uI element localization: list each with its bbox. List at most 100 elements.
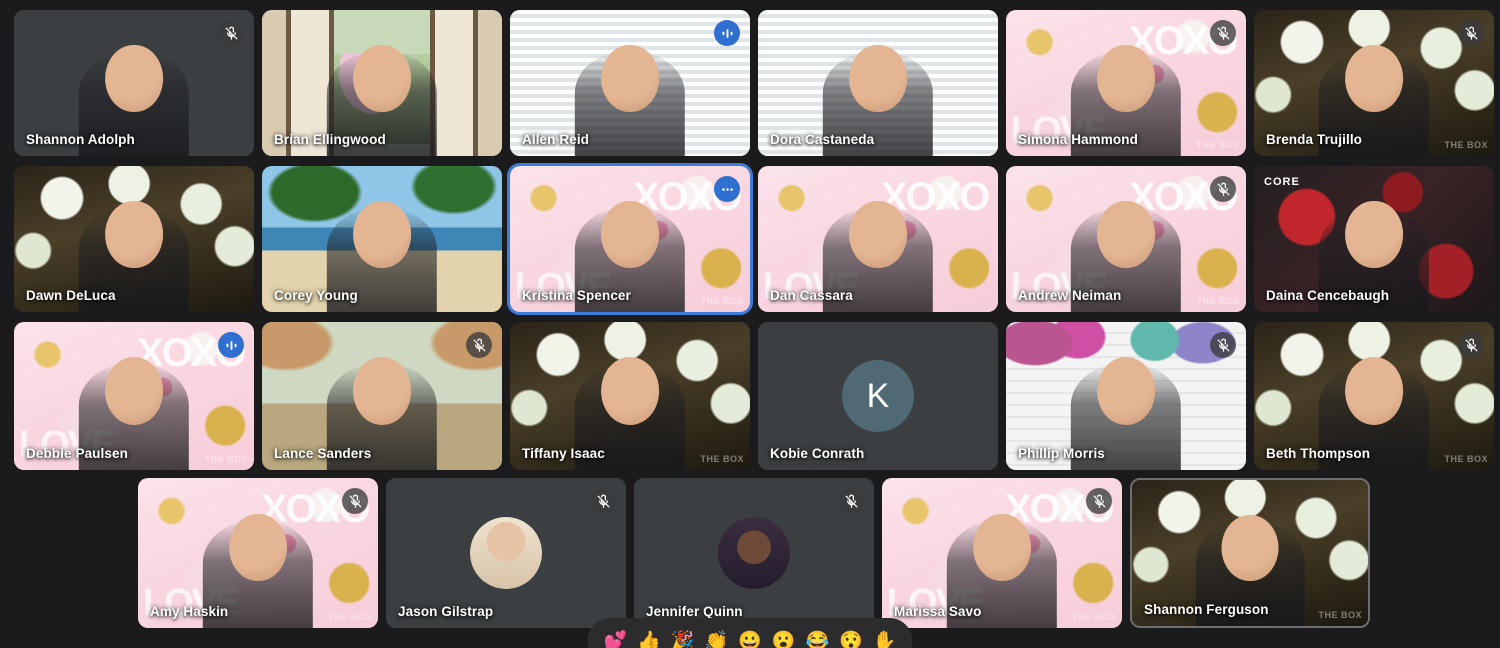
participant-row-2: Dawn DeLuca Corey Young THE BOX Kristina Sp…	[14, 163, 1494, 315]
participant-tile-jason-gilstrap[interactable]: Jason Gilstrap	[386, 478, 626, 628]
participant-name-label: Kristina Spencer	[522, 288, 631, 303]
surprised-reaction[interactable]: 😯	[839, 632, 863, 648]
avatar	[718, 517, 790, 589]
participant-row-3: THE BOX Debbie Paulsen Lance Sanders THE BO…	[14, 322, 1494, 470]
participant-name-label: Simona Hammond	[1018, 132, 1138, 147]
background-watermark: THE BOX	[1196, 140, 1240, 150]
participant-tile-daina-cencebaugh[interactable]: CORE Daina Cencebaugh	[1254, 166, 1494, 312]
participant-head	[601, 44, 659, 113]
participant-name-label: Brenda Trujillo	[1266, 132, 1363, 147]
party-popper-reaction[interactable]: 🎉	[671, 632, 695, 648]
participant-name-label: Dan Cassara	[770, 288, 853, 303]
reaction-bar[interactable]: 💕 👍 🎉 👏 😀 😮 😂 😯 ✋	[587, 618, 913, 648]
participant-tile-andrew-neiman[interactable]: THE BOX Andrew Neiman	[1006, 166, 1246, 312]
background-watermark: THE BOX	[700, 454, 744, 464]
participant-tile-brian-ellingwood[interactable]: Brian Ellingwood	[262, 10, 502, 156]
smile-reaction[interactable]: 😀	[738, 632, 762, 648]
avatar	[470, 517, 542, 589]
participant-name-label: Jason Gilstrap	[398, 604, 494, 619]
participant-tile-tiffany-isaac[interactable]: THE BOX Tiffany Isaac	[510, 322, 750, 470]
participant-tile-debbie-paulsen[interactable]: THE BOX Debbie Paulsen	[14, 322, 254, 470]
participant-tile-shannon-ferguson[interactable]: THE BOX Shannon Ferguson	[1130, 478, 1370, 628]
mic-off-icon	[1458, 20, 1484, 46]
participant-name-label: Daina Cencebaugh	[1266, 288, 1390, 303]
participant-tile-corey-young[interactable]: Corey Young	[262, 166, 502, 312]
more-options-icon[interactable]	[714, 176, 740, 202]
participant-head	[353, 357, 411, 425]
participant-tile-marissa-savo[interactable]: THE BOX Marissa Savo	[882, 478, 1122, 628]
clap-reaction[interactable]: 👏	[704, 632, 728, 648]
participant-name-label: Jennifer Quinn	[646, 604, 743, 619]
mic-off-icon	[342, 488, 368, 514]
participant-head	[353, 200, 411, 269]
background-watermark: THE BOX	[1444, 454, 1488, 464]
participant-head	[849, 44, 907, 113]
audio-level-icon	[218, 332, 244, 358]
background-watermark: THE BOX	[700, 296, 744, 306]
participant-name-label: Marissa Savo	[894, 604, 982, 619]
participant-tile-dan-cassara[interactable]: Dan Cassara	[758, 166, 998, 312]
avatar-photo	[718, 517, 790, 589]
open-mouth-reaction[interactable]: 😮	[772, 632, 796, 648]
avatar-photo	[470, 517, 542, 589]
participant-name-label: Shannon Adolph	[26, 132, 135, 147]
participant-tile-kristina-spencer[interactable]: THE BOX Kristina Spencer	[507, 163, 753, 315]
participant-video-figure	[574, 44, 686, 156]
background-watermark: THE BOX	[1444, 140, 1488, 150]
participant-head	[1345, 44, 1403, 113]
mic-off-icon	[1210, 176, 1236, 202]
background-watermark: THE BOX	[328, 612, 372, 622]
background-watermark: THE BOX	[1072, 612, 1116, 622]
heart-reaction[interactable]: 💕	[603, 632, 627, 648]
participant-name-label: Allen Reid	[522, 132, 590, 147]
participant-row-4: THE BOX Amy Haskin Jason Gilstrap Jennifer …	[138, 478, 1370, 628]
participant-name-label: Andrew Neiman	[1018, 288, 1122, 303]
participant-tile-dawn-deluca[interactable]: Dawn DeLuca	[14, 166, 254, 312]
participant-head	[1345, 200, 1403, 269]
participant-tile-amy-haskin[interactable]: THE BOX Amy Haskin	[138, 478, 378, 628]
participant-name-label: Dawn DeLuca	[26, 288, 116, 303]
participant-tile-shannon-adolph[interactable]: Shannon Adolph	[14, 10, 254, 156]
participant-name-label: Brian Ellingwood	[274, 132, 386, 147]
participant-head	[105, 44, 163, 113]
participant-name-label: Kobie Conrath	[770, 446, 865, 461]
participant-head	[601, 200, 659, 269]
participant-name-label: Dora Castaneda	[770, 132, 875, 147]
thumbs-up-reaction[interactable]: 👍	[637, 632, 661, 648]
participant-head	[105, 200, 163, 269]
participant-head	[1345, 357, 1403, 425]
mic-off-icon	[1210, 332, 1236, 358]
participant-name-label: Tiffany Isaac	[522, 446, 605, 461]
participant-name-label: Lance Sanders	[274, 446, 372, 461]
participant-tile-simona-hammond[interactable]: THE BOX Simona Hammond	[1006, 10, 1246, 156]
mic-off-icon	[466, 332, 492, 358]
participant-tile-jennifer-quinn[interactable]: Jennifer Quinn	[634, 478, 874, 628]
raise-hand-reaction[interactable]: ✋	[873, 632, 897, 648]
participant-tile-allen-reid[interactable]: Allen Reid	[510, 10, 750, 156]
participant-head	[1097, 44, 1155, 113]
participant-head	[601, 357, 659, 425]
laugh-reaction[interactable]: 😂	[806, 632, 830, 648]
participant-name-label: Debbie Paulsen	[26, 446, 128, 461]
participant-tile-dora-castaneda[interactable]: Dora Castaneda	[758, 10, 998, 156]
mic-off-icon	[218, 20, 244, 46]
participant-name-label: Beth Thompson	[1266, 446, 1371, 461]
participant-tile-brenda-trujillo[interactable]: THE BOX Brenda Trujillo	[1254, 10, 1494, 156]
participant-tile-beth-thompson[interactable]: THE BOX Beth Thompson	[1254, 322, 1494, 470]
participant-head	[353, 44, 411, 113]
background-watermark: THE BOX	[204, 454, 248, 464]
participant-head	[229, 513, 287, 582]
participant-head	[1097, 357, 1155, 425]
mic-off-icon	[1210, 20, 1236, 46]
participant-tile-phillip-morris[interactable]: Phillip Morris	[1006, 322, 1246, 470]
participant-tile-lance-sanders[interactable]: Lance Sanders	[262, 322, 502, 470]
virtual-background-logo: CORE	[1264, 176, 1300, 188]
mic-off-icon	[590, 488, 616, 514]
participant-name-label: Corey Young	[274, 288, 358, 303]
participant-name-label: Shannon Ferguson	[1144, 602, 1269, 617]
avatar-initial: K	[842, 360, 914, 432]
audio-level-icon	[714, 20, 740, 46]
participant-tile-kobie-conrath[interactable]: K Kobie Conrath	[758, 322, 998, 470]
participant-head	[1221, 514, 1279, 582]
background-watermark: THE BOX	[1318, 610, 1362, 620]
